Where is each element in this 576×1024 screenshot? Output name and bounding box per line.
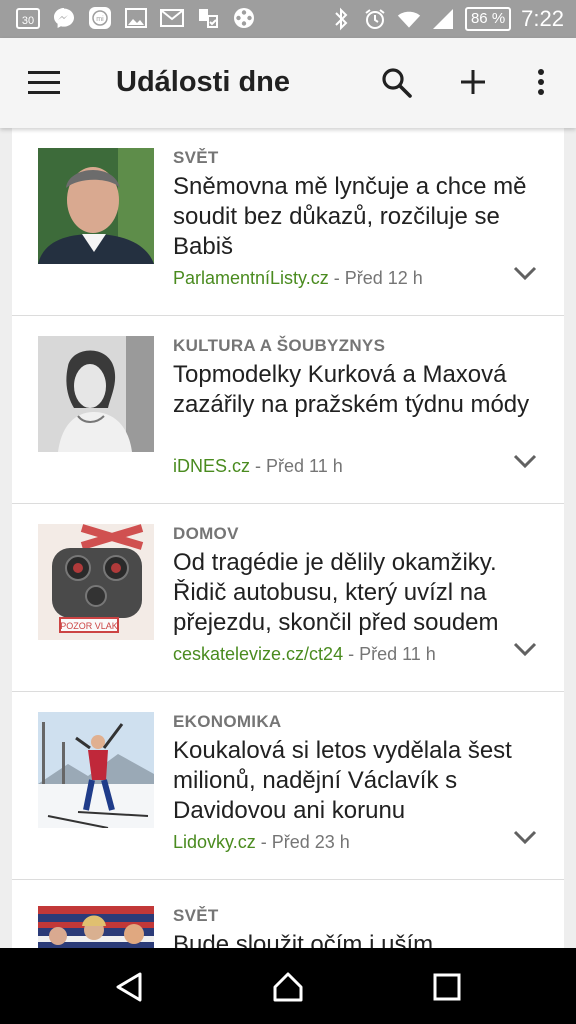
article-headline[interactable]: Sněmovna mě lynčuje a chce mě soudit bez…	[173, 172, 543, 262]
navigation-bar	[0, 948, 576, 1024]
article-meta: ceskatelevize.cz/ct24 - Před 11 h	[173, 644, 436, 665]
news-card[interactable]: POZOR VLAK DOMOV Od tragédie je dělily o…	[12, 504, 564, 692]
signal-icon	[431, 7, 455, 31]
article-category: SVĚT	[173, 148, 219, 167]
chevron-down-icon[interactable]	[512, 828, 538, 846]
article-category: DOMOV	[173, 524, 239, 543]
article-time: Před 12 h	[344, 268, 423, 288]
article-thumbnail[interactable]	[38, 906, 154, 948]
app-bar: Události dne	[0, 38, 576, 128]
back-icon[interactable]	[112, 970, 146, 1004]
chevron-down-icon[interactable]	[512, 640, 538, 658]
film-reel-icon	[232, 6, 256, 30]
svg-text:30: 30	[22, 15, 34, 27]
recent-apps-icon[interactable]	[430, 970, 464, 1004]
meta-separator: -	[328, 268, 345, 288]
article-meta: Lidovky.cz - Před 23 h	[173, 832, 350, 853]
news-card[interactable]: SVĚT Bude sloužit očím i uším	[12, 880, 564, 948]
article-time: Před 23 h	[271, 832, 350, 852]
add-icon[interactable]	[455, 64, 491, 100]
home-icon[interactable]	[271, 970, 305, 1004]
news-card[interactable]: SVĚT Sněmovna mě lynčuje a chce mě soudi…	[12, 128, 564, 316]
messenger-icon	[52, 6, 76, 30]
article-thumbnail[interactable]	[38, 712, 154, 828]
article-thumbnail[interactable]	[38, 148, 154, 264]
more-options-icon[interactable]	[530, 64, 552, 100]
article-headline[interactable]: Topmodelky Kurková a Maxová zazářily na …	[173, 360, 543, 420]
article-time: Před 11 h	[359, 644, 436, 664]
wifi-icon	[397, 7, 421, 31]
page-title: Události dne	[116, 66, 291, 98]
article-thumbnail[interactable]: POZOR VLAK	[38, 524, 154, 640]
article-source[interactable]: ceskatelevize.cz/ct24	[173, 644, 343, 664]
mi-icon: mi	[88, 6, 112, 30]
news-card[interactable]: EKONOMIKA Koukalová si letos vydělala še…	[12, 692, 564, 880]
menu-icon[interactable]	[26, 68, 62, 98]
meta-separator: -	[255, 832, 272, 852]
meta-separator: -	[250, 456, 267, 476]
chevron-down-icon[interactable]	[512, 264, 538, 282]
meta-separator: -	[343, 644, 360, 664]
article-source[interactable]: ParlamentníListy.cz	[173, 268, 329, 288]
article-category: EKONOMIKA	[173, 712, 282, 731]
article-meta: iDNES.cz - Před 11 h	[173, 456, 343, 477]
battery-indicator: 86 %	[464, 7, 512, 31]
article-source[interactable]: Lidovky.cz	[173, 832, 256, 852]
article-headline[interactable]: Bude sloužit očím i uším	[173, 930, 543, 948]
article-category: KULTURA A ŠOUBYZNYS	[173, 336, 386, 355]
transfer-icon	[196, 6, 220, 30]
alarm-icon	[363, 7, 387, 31]
chevron-down-icon[interactable]	[512, 452, 538, 470]
svg-text:POZOR VLAK: POZOR VLAK	[60, 621, 118, 631]
status-bar: 30 mi 86 % 7:22	[0, 0, 576, 38]
article-category: SVĚT	[173, 906, 219, 925]
article-headline[interactable]: Koukalová si letos vydělala šest milionů…	[173, 736, 543, 826]
article-thumbnail[interactable]	[38, 336, 154, 452]
search-icon[interactable]	[378, 64, 414, 100]
article-meta: ParlamentníListy.cz - Před 12 h	[173, 268, 423, 289]
bluetooth-icon	[329, 7, 353, 31]
clock: 7:22	[521, 6, 564, 31]
gmail-icon	[160, 6, 184, 30]
news-card[interactable]: KULTURA A ŠOUBYZNYS Topmodelky Kurková a…	[12, 316, 564, 504]
image-icon	[124, 6, 148, 30]
article-source[interactable]: iDNES.cz	[173, 456, 250, 476]
svg-text:mi: mi	[96, 16, 104, 23]
article-headline[interactable]: Od tragédie je dělily okamžiky. Řidič au…	[173, 548, 543, 638]
article-time: Před 11 h	[266, 456, 343, 476]
calendar-icon: 30	[16, 6, 40, 30]
news-feed[interactable]: SVĚT Sněmovna mě lynčuje a chce mě soudi…	[12, 128, 564, 948]
